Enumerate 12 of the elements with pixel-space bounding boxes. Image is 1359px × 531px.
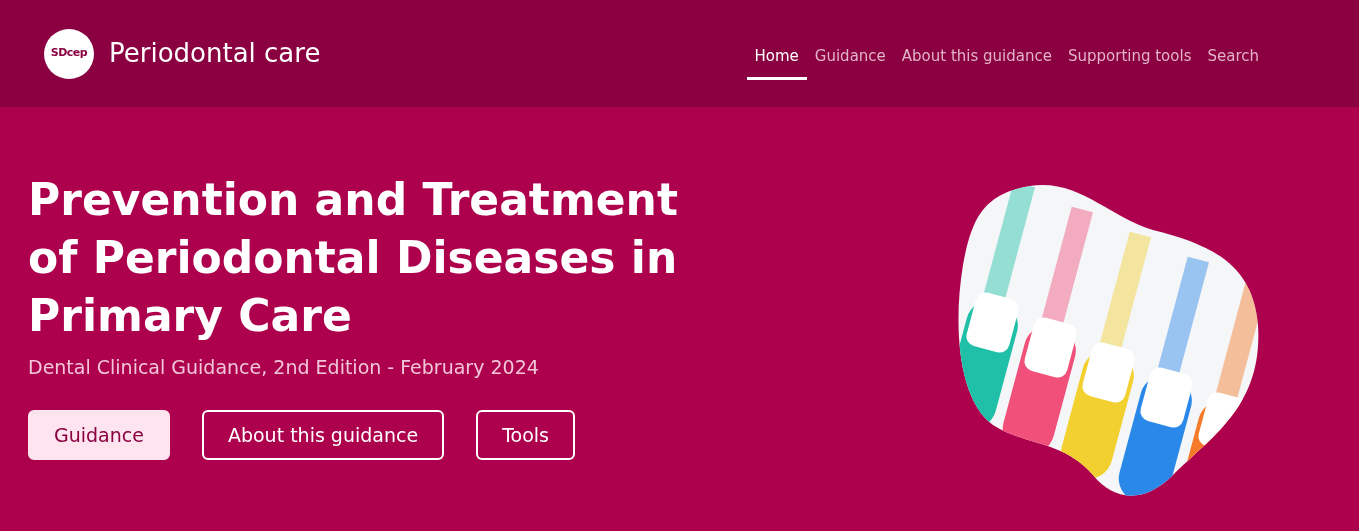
nav-link[interactable]: Guidance: [806, 40, 894, 81]
nav-link[interactable]: About this guidance: [893, 40, 1060, 81]
outline-button[interactable]: Tools: [476, 409, 575, 460]
outline-button[interactable]: About this guidance: [201, 409, 445, 460]
hero-subtitle: Dental Clinical Guidance, 2nd Edition - February 2024: [28, 355, 540, 380]
site-title[interactable]: Periodontal care: [109, 34, 321, 73]
primary-button[interactable]: Guidance: [28, 409, 170, 460]
hero-title: Prevention and Treatment of Periodontal Diseases in Primary Care: [28, 173, 679, 343]
logo[interactable]: SDcep: [44, 28, 94, 79]
nav-link[interactable]: Home: [746, 40, 807, 81]
nav-link[interactable]: Search: [1199, 40, 1267, 81]
nav-link[interactable]: Supporting tools: [1059, 40, 1200, 81]
